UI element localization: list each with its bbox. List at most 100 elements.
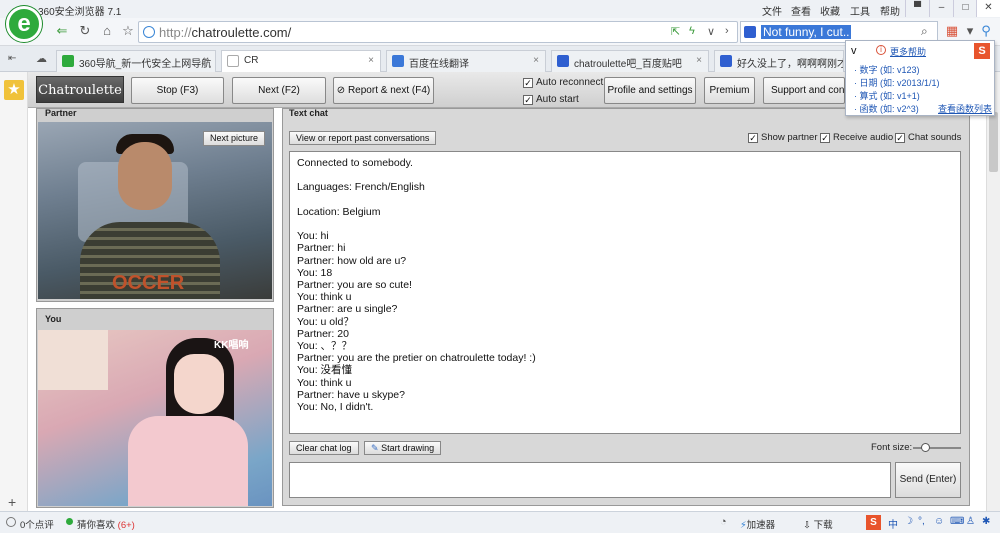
shirt-print: OCCER <box>112 272 185 294</box>
search-icon[interactable]: ⌕ <box>921 24 928 39</box>
suggestion-row[interactable]: · 函数 (如: v2^3) <box>854 102 919 115</box>
title-bar: 360安全浏览器 7.1 文件 查看 收藏 工具 帮助 ▀ – □ ✕ <box>0 0 1000 18</box>
download-label[interactable]: ⇩ 下载 <box>803 517 833 531</box>
suggestion-row[interactable]: · 日期 (如: v2013/1/1) <box>854 76 940 89</box>
start-drawing-button[interactable]: ✎ Start drawing <box>364 441 442 455</box>
magnifier-tool-icon[interactable]: ⚲ <box>978 23 994 39</box>
cloud-icon[interactable]: ☁ <box>36 52 47 65</box>
partner-face <box>118 142 172 210</box>
send-button[interactable]: Send (Enter) <box>895 462 961 498</box>
sogou-ime-icon[interactable]: S <box>866 515 881 530</box>
pencil-icon: ✎ <box>371 443 379 453</box>
self-face <box>174 354 224 414</box>
page-scrollbar[interactable] <box>986 72 1000 511</box>
favorite-star-icon[interactable]: ☆ <box>120 23 136 39</box>
chat-sounds-checkbox[interactable]: ✓ <box>895 133 905 143</box>
menu-favorites[interactable]: 收藏 <box>820 3 840 18</box>
speed-icon[interactable]: ◔ <box>720 516 727 528</box>
minimize-icon[interactable]: – <box>929 0 953 17</box>
tab-baidu-translate[interactable]: 百度在线翻译 × <box>386 50 546 72</box>
next-button[interactable]: Next (F2) <box>232 77 326 104</box>
function-list-link[interactable]: 查看函数列表 <box>938 102 992 115</box>
chat-line: Location: Belgium <box>297 205 381 218</box>
dropdown-icon[interactable]: ∨ <box>707 25 715 38</box>
stop-button[interactable]: Stop (F3) <box>131 77 224 104</box>
clear-chat-button[interactable]: Clear chat log <box>289 441 359 455</box>
go-arrow-icon[interactable]: › <box>725 25 729 37</box>
keyboard-icon[interactable]: ⌨ <box>950 516 964 527</box>
tab-cr[interactable]: CR × <box>221 50 381 72</box>
menu-chevron-icon[interactable]: ▾ <box>962 23 978 39</box>
tab-close-icon[interactable]: × <box>368 55 374 66</box>
close-window-icon[interactable]: ✕ <box>976 0 1000 17</box>
favorites-star-icon[interactable]: ★ <box>4 80 24 100</box>
past-conversations-button[interactable]: View or report past conversations <box>289 131 437 145</box>
smiley-icon[interactable]: ☺ <box>934 516 944 527</box>
tab-close-icon[interactable]: × <box>533 55 539 66</box>
premium-button[interactable]: Premium <box>704 77 755 104</box>
menu-view[interactable]: 查看 <box>791 3 811 18</box>
font-size-slider[interactable] <box>913 443 961 452</box>
chat-log: Connected to somebody. Languages: French… <box>289 151 961 434</box>
guess-you-like[interactable]: 猜你喜欢 (6+) <box>77 517 135 531</box>
suggestion-row[interactable]: · 算式 (如: v1+1) <box>854 89 920 102</box>
tools-icon[interactable]: ✱ <box>982 516 990 527</box>
home-icon[interactable]: ⌂ <box>99 23 115 39</box>
tab-close-icon[interactable]: × <box>203 55 209 66</box>
profile-settings-button[interactable]: Profile and settings <box>604 77 696 104</box>
tab-close-icon[interactable]: × <box>696 55 702 66</box>
comments-count[interactable]: 0个点评 <box>20 517 54 531</box>
globe-icon <box>143 26 155 38</box>
chat-line: You: think u <box>297 376 352 389</box>
tab-list-icon[interactable]: ⇤ <box>8 53 16 64</box>
slider-thumb[interactable] <box>921 443 930 452</box>
receive-audio-checkbox[interactable]: ✓ <box>820 133 830 143</box>
punctuation-icon[interactable]: °, <box>918 516 925 527</box>
add-icon[interactable]: + <box>8 494 16 510</box>
tab-favicon-icon <box>720 55 732 67</box>
receive-audio-label: Receive audio <box>833 132 894 143</box>
message-input[interactable] <box>289 462 891 498</box>
comment-icon <box>6 517 16 527</box>
refresh-icon[interactable]: ↻ <box>77 23 93 39</box>
share-icon[interactable]: ⇱ <box>671 25 680 38</box>
self-video: KK唱响 <box>38 330 272 506</box>
skin-icon[interactable]: ▀ <box>905 0 929 17</box>
ime-mode-icon[interactable]: 中 <box>888 516 898 531</box>
typed-text: v <box>851 45 857 57</box>
tab-page-icon <box>227 55 239 67</box>
chatroulette-logo: Chatroulette <box>36 76 124 103</box>
browser-logo: e <box>6 6 42 42</box>
user-icon[interactable]: ♙ <box>966 516 975 527</box>
accelerator-label[interactable]: ⚡加速器 <box>740 517 775 531</box>
report-next-button[interactable]: ⊘ Report & next (F4) <box>333 77 434 104</box>
menu-help[interactable]: 帮助 <box>880 3 900 18</box>
search-input[interactable]: Not funny, I cut.. <box>761 25 852 39</box>
auto-reconnect-checkbox[interactable]: ✓ <box>523 78 533 88</box>
show-partner-checkbox[interactable]: ✓ <box>748 133 758 143</box>
tab-tieba-post[interactable]: 好久没上了，啊啊啊刚才看见 <box>714 50 844 72</box>
suggestion-row[interactable]: · 数字 (如: v123) <box>854 63 920 76</box>
address-bar[interactable]: http://chatroulette.com/ ⇱ ϟ ∨ › <box>138 21 738 43</box>
apps-icon[interactable]: ▦ <box>944 23 960 39</box>
tab-favicon-icon <box>62 55 74 67</box>
scrollbar-thumb[interactable] <box>989 112 998 172</box>
back-icon[interactable]: ⇐ <box>54 23 70 39</box>
more-help-link[interactable]: 更多帮助 <box>890 45 926 58</box>
lightning-icon[interactable]: ϟ <box>689 25 695 37</box>
support-button[interactable]: Support and contacts <box>763 77 845 104</box>
address-url: http://chatroulette.com/ <box>159 25 292 40</box>
maximize-icon[interactable]: □ <box>953 0 977 17</box>
auto-reconnect-label: Auto reconnect <box>536 77 604 88</box>
moon-icon[interactable]: ☽ <box>904 516 913 527</box>
auto-start-checkbox[interactable]: ✓ <box>523 95 533 105</box>
next-picture-button[interactable]: Next picture <box>203 131 265 146</box>
background-wall <box>38 330 108 390</box>
tab-chatroulette-tieba[interactable]: chatroulette吧_百度贴吧 × <box>551 50 709 72</box>
menu-tools[interactable]: 工具 <box>850 3 870 18</box>
chat-line: Partner: you are so cute! <box>297 279 412 292</box>
menu-file[interactable]: 文件 <box>762 3 782 18</box>
chat-line: Partner: 20 <box>297 327 349 340</box>
baidu-paw-icon[interactable] <box>744 26 756 38</box>
tab-360-nav[interactable]: 360导航_新一代安全上网导航 × <box>56 50 216 72</box>
